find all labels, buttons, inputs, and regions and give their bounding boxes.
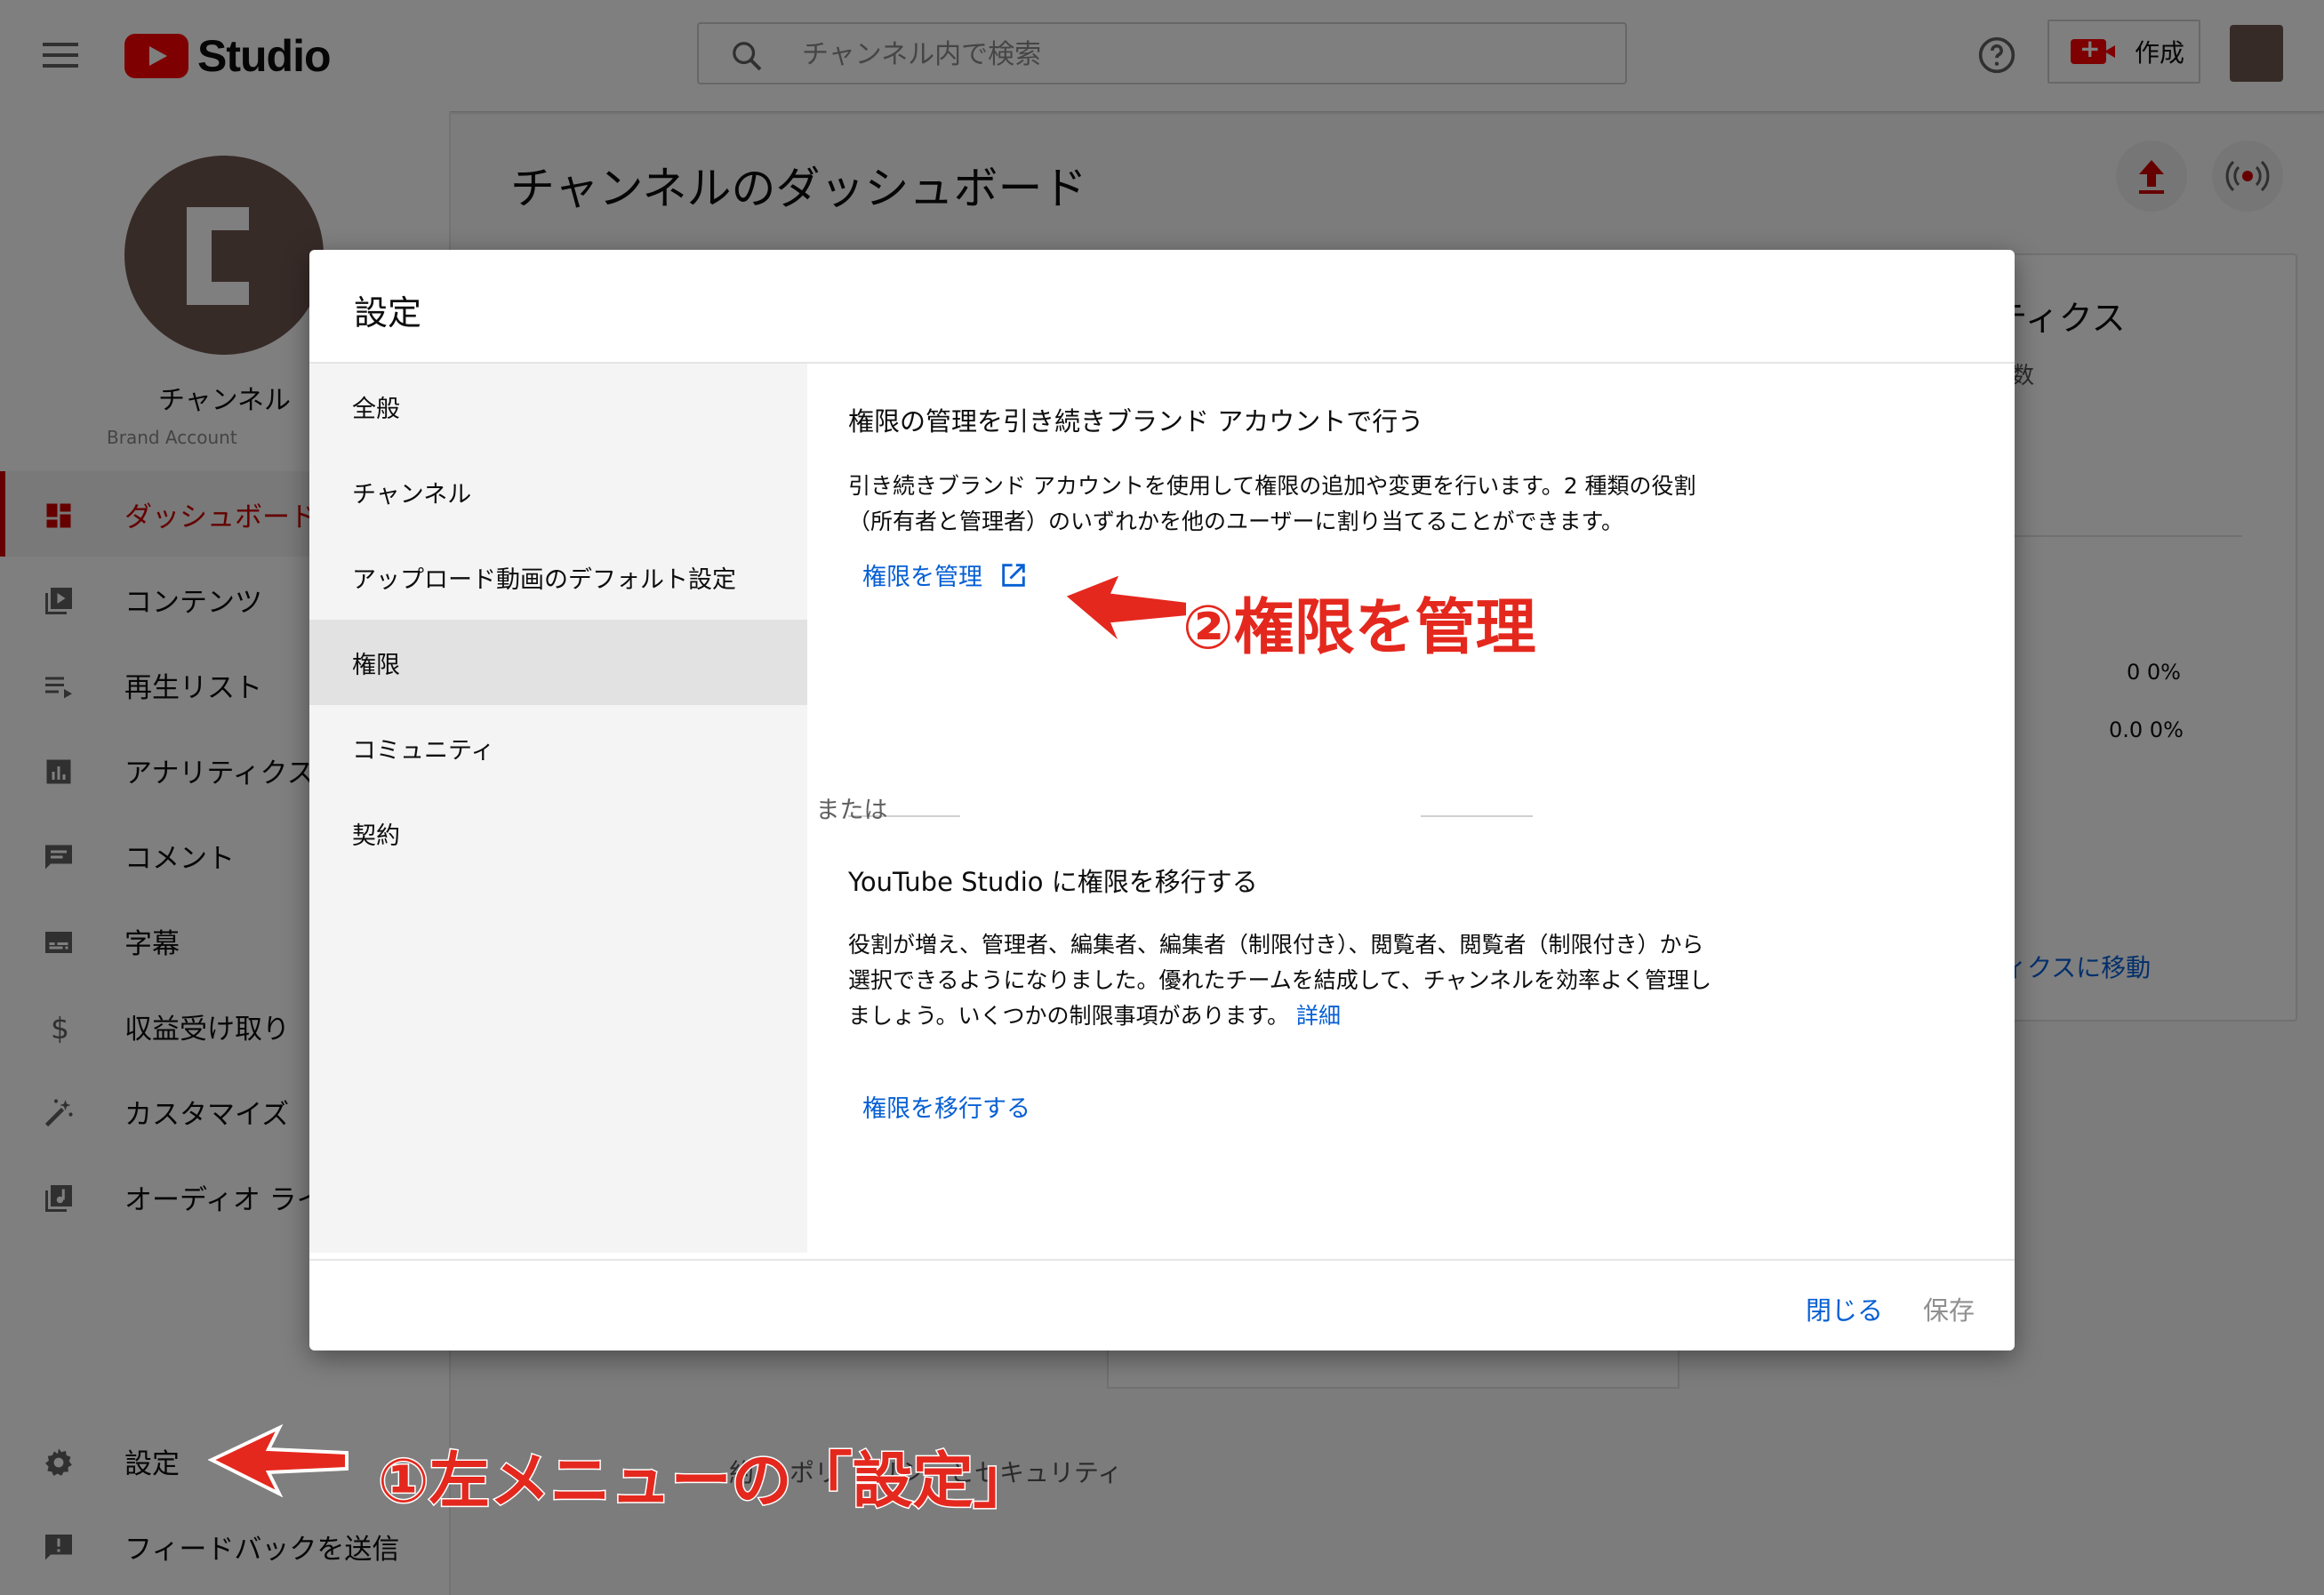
divider — [309, 1259, 2015, 1261]
section-title: 権限の管理を引き続きブランド アカウントで行う — [848, 406, 1424, 437]
permissions-panel: 権限の管理を引き続きブランド アカウントで行う 引き続きブランド アカウントを使… — [807, 364, 2015, 1253]
annotation-arrow-icon — [1060, 569, 1190, 647]
details-link[interactable]: 詳細 — [1296, 1003, 1341, 1029]
settings-tab-channel[interactable]: チャンネル — [309, 449, 807, 534]
annotation-step2: ②権限を管理 — [1182, 592, 1538, 665]
manage-permissions-link[interactable]: 権限を管理 — [862, 557, 1029, 592]
annotation-arrow-icon — [208, 1423, 349, 1497]
or-separator-text: または — [815, 797, 888, 824]
settings-tab-upload-defaults[interactable]: アップロード動画のデフォルト設定 — [309, 534, 807, 620]
annotation-step1: ①左メニューの「設定」 — [377, 1446, 1036, 1519]
save-button[interactable]: 保存 — [1923, 1290, 1975, 1327]
settings-tab-permissions[interactable]: 権限 — [309, 620, 807, 705]
divider — [1421, 815, 1533, 817]
settings-dialog: 設定 全般 チャンネル アップロード動画のデフォルト設定 権限 コミュニティ 契… — [309, 250, 2015, 1351]
dialog-title: 設定 — [354, 293, 422, 333]
migrate-permissions-link[interactable]: 権限を移行する — [862, 1089, 1030, 1124]
settings-tab-agreements[interactable]: 契約 — [309, 790, 807, 876]
section-description: 役割が増え、管理者、編集者、編集者（制限付き）、閲覧者、閲覧者（制限付き）から … — [848, 932, 1712, 1029]
close-button[interactable]: 閉じる — [1806, 1290, 1883, 1327]
external-link-icon — [1002, 563, 1025, 587]
settings-nav: 全般 チャンネル アップロード動画のデフォルト設定 権限 コミュニティ 契約 — [309, 364, 807, 1253]
settings-tab-general[interactable]: 全般 — [309, 364, 807, 449]
settings-tab-community[interactable]: コミュニティ — [309, 705, 807, 790]
section-description: 引き続きブランド アカウントを使用して権限の追加や変更を行います。2 種類の役割… — [848, 473, 1696, 534]
section-title: YouTube Studio に権限を移行する — [848, 867, 1258, 897]
